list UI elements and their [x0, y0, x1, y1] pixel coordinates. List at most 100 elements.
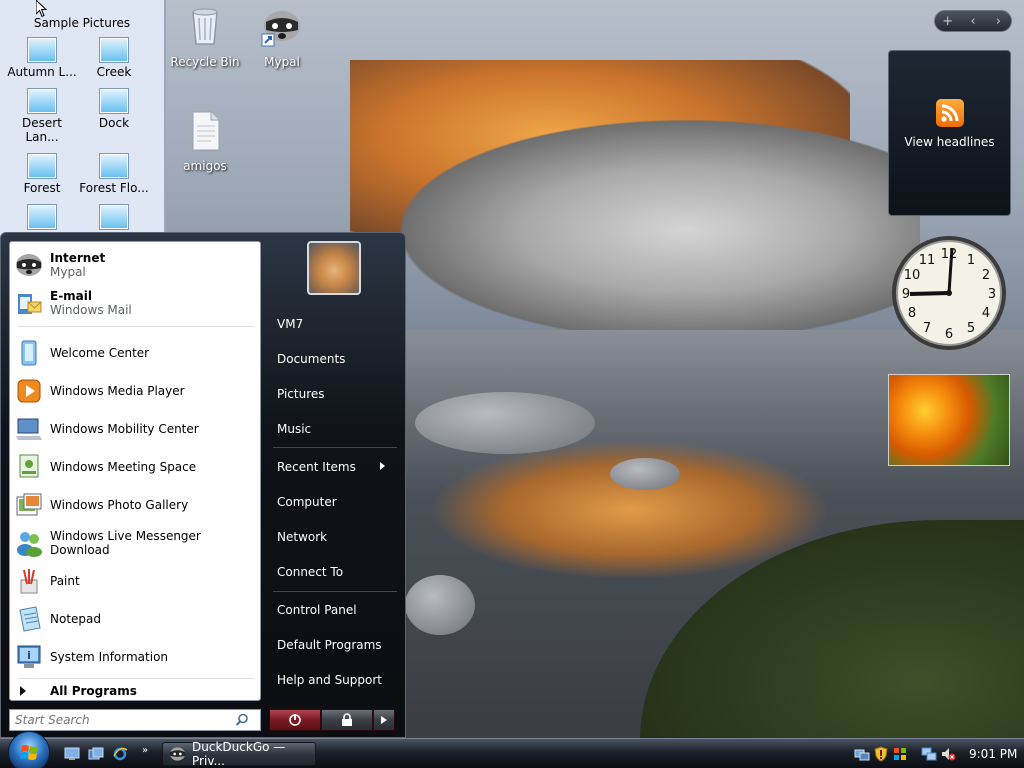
recent-program[interactable]: Windows Meeting Space — [14, 450, 258, 484]
shutdown-options-button[interactable] — [373, 709, 395, 731]
raccoon-icon — [16, 254, 42, 276]
link-computer[interactable]: Computer — [277, 495, 337, 509]
program-label: Windows Mobility Center — [50, 422, 199, 436]
link-user-folder[interactable]: VM7 — [277, 317, 303, 331]
recent-program[interactable]: Welcome Center — [14, 336, 258, 370]
link-documents[interactable]: Documents — [277, 352, 345, 366]
arrow-right-icon — [381, 716, 387, 724]
windows-logo-icon — [20, 745, 38, 760]
thumbnail-item[interactable]: Creek — [78, 36, 150, 79]
link-connect-to[interactable]: Connect To — [277, 565, 343, 579]
recycle-bin-icon — [192, 8, 218, 45]
feed-gadget-label: View headlines — [904, 135, 995, 149]
thumbnail-item[interactable] — [78, 203, 150, 232]
link-recent-items[interactable]: Recent Items — [277, 460, 397, 474]
add-gadget-icon[interactable]: + — [935, 14, 960, 29]
windows-flag-icon[interactable] — [892, 746, 908, 762]
mobility-center-icon — [16, 418, 42, 440]
thumbnail-label: Creek — [96, 65, 132, 79]
user-picture[interactable] — [307, 241, 361, 295]
link-default-programs[interactable]: Default Programs — [277, 638, 382, 652]
raccoon-icon — [261, 11, 300, 47]
taskbar-button-mypal[interactable]: DuckDuckGo — Priv... — [162, 740, 316, 768]
volume-muted-icon[interactable] — [940, 746, 956, 762]
recent-program[interactable]: Windows Photo Gallery — [14, 488, 258, 522]
desktop-icon-label: amigos — [183, 159, 227, 173]
desktop-icon-label: Mypal — [264, 55, 300, 69]
taskbar-clock[interactable]: 9:01 PM — [969, 747, 1017, 761]
taskbar: » DuckDuckGo — Priv... 9:01 PM — [0, 731, 1024, 768]
program-label: Notepad — [50, 612, 101, 626]
desktop-icon-recycle-bin[interactable]: Recycle Bin — [165, 4, 245, 69]
separator — [273, 591, 397, 592]
switch-windows-icon[interactable] — [88, 747, 104, 761]
internet-explorer-icon[interactable] — [112, 747, 128, 761]
desktop-icon-mypal[interactable]: Mypal — [242, 4, 322, 69]
recent-program[interactable]: Notepad — [14, 602, 258, 636]
wallpaper-rock — [405, 575, 475, 635]
program-label: Welcome Center — [50, 346, 150, 360]
quick-launch-overflow-icon[interactable]: » — [142, 745, 148, 756]
pinned-internet[interactable]: Internet Mypal — [14, 246, 258, 284]
recent-program[interactable]: i System Information — [14, 640, 258, 674]
program-label: Paint — [50, 574, 80, 588]
next-icon[interactable]: › — [986, 14, 1011, 29]
recent-program[interactable]: Paint — [14, 564, 258, 598]
thumbnail-item[interactable]: Desert Lan... — [6, 87, 78, 144]
all-programs-label: All Programs — [50, 684, 137, 698]
pinned-title: Internet — [50, 251, 106, 265]
link-pictures[interactable]: Pictures — [277, 387, 325, 401]
pinned-email[interactable]: E-mail Windows Mail — [14, 284, 258, 322]
start-search-box[interactable] — [9, 709, 261, 731]
link-music[interactable]: Music — [277, 422, 311, 436]
clock-number: 2 — [982, 268, 990, 283]
start-button[interactable] — [8, 731, 50, 768]
clock-number: 12 — [941, 247, 958, 262]
thumbnail-label: Forest Flo... — [79, 181, 149, 195]
clock-hour-hand — [909, 291, 950, 296]
show-desktop-icon[interactable] — [64, 747, 80, 761]
separator — [18, 326, 254, 327]
desktop-icon-amigos[interactable]: amigos — [165, 108, 245, 173]
thumbnail-item[interactable] — [6, 203, 78, 232]
start-search-input[interactable] — [15, 713, 235, 727]
security-shield-icon[interactable] — [873, 746, 889, 762]
all-programs-button[interactable]: All Programs — [20, 684, 137, 698]
recent-items-label: Recent Items — [277, 460, 356, 474]
thumbnail-item[interactable]: Dock — [78, 87, 150, 144]
wallpaper-mountain-rock — [400, 120, 920, 340]
clock-number: 9 — [902, 287, 910, 302]
recent-program[interactable]: Windows Live Messenger Download — [14, 526, 258, 560]
network-connection-icon[interactable] — [921, 746, 937, 762]
clock-number: 10 — [904, 268, 921, 283]
thumbnail-item[interactable]: Autumn L... — [6, 36, 78, 79]
recent-program[interactable]: Windows Mobility Center — [14, 412, 258, 446]
thumbnail-item[interactable]: Forest — [6, 152, 78, 195]
start-menu: Internet Mypal E-mail Windows Mail Welcome… — [0, 232, 406, 738]
previous-icon[interactable]: ‹ — [960, 14, 985, 29]
program-label: System Information — [50, 650, 169, 664]
photo-gallery-icon — [16, 493, 42, 516]
thumbnail-item[interactable]: Forest Flo... — [78, 152, 150, 195]
power-button[interactable] — [269, 709, 321, 731]
link-network[interactable]: Network — [277, 530, 327, 544]
start-menu-programs-pane: Internet Mypal E-mail Windows Mail Welcome… — [9, 241, 261, 701]
image-icon — [100, 38, 128, 62]
program-label: Windows Live Messenger Download — [50, 529, 201, 557]
feed-headlines-gadget[interactable]: View headlines — [888, 50, 1011, 216]
network-status-icon[interactable] — [854, 746, 870, 762]
notification-area: 9:01 PM — [854, 742, 1024, 766]
lock-button[interactable] — [321, 709, 373, 731]
power-icon — [289, 714, 301, 726]
clock-gadget[interactable]: 12 1 2 3 4 5 6 7 8 9 10 11 — [890, 234, 1008, 352]
image-icon — [100, 154, 128, 178]
sample-pictures-window[interactable]: Sample Pictures Autumn L... Creek Desert… — [0, 0, 166, 240]
thumbnail-label: Dock — [98, 116, 130, 130]
recent-program[interactable]: Windows Media Player — [14, 374, 258, 408]
document-icon — [192, 111, 220, 151]
link-control-panel[interactable]: Control Panel — [277, 603, 357, 617]
link-help-support[interactable]: Help and Support — [277, 673, 382, 687]
paint-icon — [20, 569, 38, 594]
image-icon — [28, 38, 56, 62]
slideshow-gadget[interactable] — [888, 374, 1010, 466]
